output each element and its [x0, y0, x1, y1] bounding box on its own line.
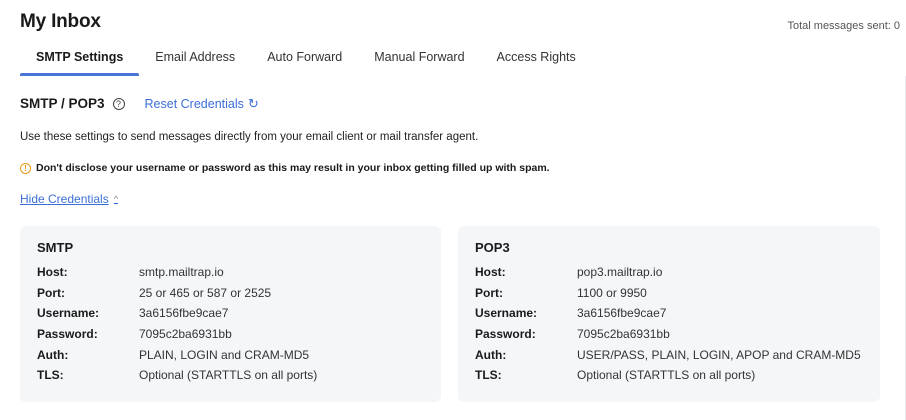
settings-description: Use these settings to send messages dire…: [20, 131, 479, 143]
total-messages-sent: Total messages sent: 0: [787, 20, 900, 32]
pop3-host-value: pop3.mailtrap.io: [577, 265, 663, 280]
tab-smtp-settings[interactable]: SMTP Settings: [20, 46, 140, 76]
field-label: TLS:: [475, 368, 502, 383]
tab-manual-forward[interactable]: Manual Forward: [358, 46, 480, 76]
pop3-password-row: Password: 7095c2ba6931bb: [475, 324, 863, 345]
smtp-username-value: 3a6156fbe9cae7: [139, 306, 229, 321]
smtp-host-row: Host: smtp.mailtrap.io: [37, 262, 424, 283]
page-title: My Inbox: [20, 11, 101, 32]
smtp-password-row: Password: 7095c2ba6931bb: [37, 324, 424, 345]
pop3-tls-row: TLS: Optional (STARTTLS on all ports): [475, 365, 863, 386]
smtp-auth-row: Auth: PLAIN, LOGIN and CRAM-MD5: [37, 344, 424, 365]
field-label: Username:: [37, 306, 100, 321]
reset-credentials-label: Reset Credentials: [144, 96, 244, 111]
smtp-auth-value: PLAIN, LOGIN and CRAM-MD5: [139, 347, 310, 362]
warning-circle-icon: !: [20, 162, 31, 174]
tab-email-address[interactable]: Email Address: [139, 46, 251, 76]
field-label: Password:: [37, 327, 98, 342]
pop3-auth-value: USER/PASS, PLAIN, LOGIN, APOP and CRAM-M…: [577, 347, 861, 362]
tab-auto-forward[interactable]: Auto Forward: [251, 46, 358, 76]
field-label: Host:: [37, 265, 68, 280]
section-header: SMTP / POP3 ? Reset Credentials ↻: [20, 96, 259, 111]
warning-text: Don't disclose your username or password…: [36, 162, 550, 174]
reset-credentials-button[interactable]: Reset Credentials ↻: [145, 97, 259, 111]
refresh-icon: ↻: [247, 96, 259, 111]
smtp-password-value: 7095c2ba6931bb: [139, 327, 232, 342]
pop3-card-title: POP3: [475, 240, 510, 255]
smtp-credentials-card: SMTP Host: smtp.mailtrap.io Port: 25 or …: [20, 226, 441, 402]
field-label: Port:: [475, 285, 503, 300]
pop3-tls-value: Optional (STARTTLS on all ports): [577, 368, 756, 383]
pop3-port-value: 1100 or 9950: [577, 285, 647, 300]
pop3-username-row: Username: 3a6156fbe9cae7: [475, 303, 863, 324]
field-label: Port:: [37, 285, 65, 300]
section-title: SMTP / POP3: [20, 96, 105, 111]
smtp-host-value: smtp.mailtrap.io: [139, 265, 224, 280]
smtp-port-value: 25 or 465 or 587 or 2525: [139, 285, 272, 300]
field-label: Username:: [475, 306, 538, 321]
tab-access-rights[interactable]: Access Rights: [481, 46, 592, 76]
pop3-auth-row: Auth: USER/PASS, PLAIN, LOGIN, APOP and …: [475, 344, 863, 365]
pop3-host-row: Host: pop3.mailtrap.io: [475, 262, 863, 283]
chevron-up-icon: ^: [113, 194, 118, 204]
hide-credentials-link[interactable]: Hide Credentials ^: [20, 192, 118, 206]
smtp-port-row: Port: 25 or 465 or 587 or 2525: [37, 283, 424, 304]
pop3-credentials-card: POP3 Host: pop3.mailtrap.io Port: 1100 o…: [458, 226, 880, 402]
pop3-username-value: 3a6156fbe9cae7: [577, 306, 667, 321]
smtp-tls-row: TLS: Optional (STARTTLS on all ports): [37, 365, 424, 386]
smtp-card-title: SMTP: [37, 240, 74, 255]
field-label: Host:: [475, 265, 506, 280]
smtp-username-row: Username: 3a6156fbe9cae7: [37, 303, 424, 324]
smtp-tls-value: Optional (STARTTLS on all ports): [139, 368, 318, 383]
security-warning: ! Don't disclose your username or passwo…: [20, 162, 550, 174]
field-label: Auth:: [37, 347, 69, 362]
help-circle-icon[interactable]: ?: [112, 97, 125, 110]
field-label: Password:: [475, 327, 536, 342]
pop3-password-value: 7095c2ba6931bb: [577, 327, 670, 342]
field-label: Auth:: [475, 347, 507, 362]
hide-credentials-label: Hide Credentials: [20, 192, 109, 206]
pop3-port-row: Port: 1100 or 9950: [475, 283, 863, 304]
tab-bar: SMTP Settings Email Address Auto Forward…: [20, 46, 592, 76]
field-label: TLS:: [37, 368, 64, 383]
